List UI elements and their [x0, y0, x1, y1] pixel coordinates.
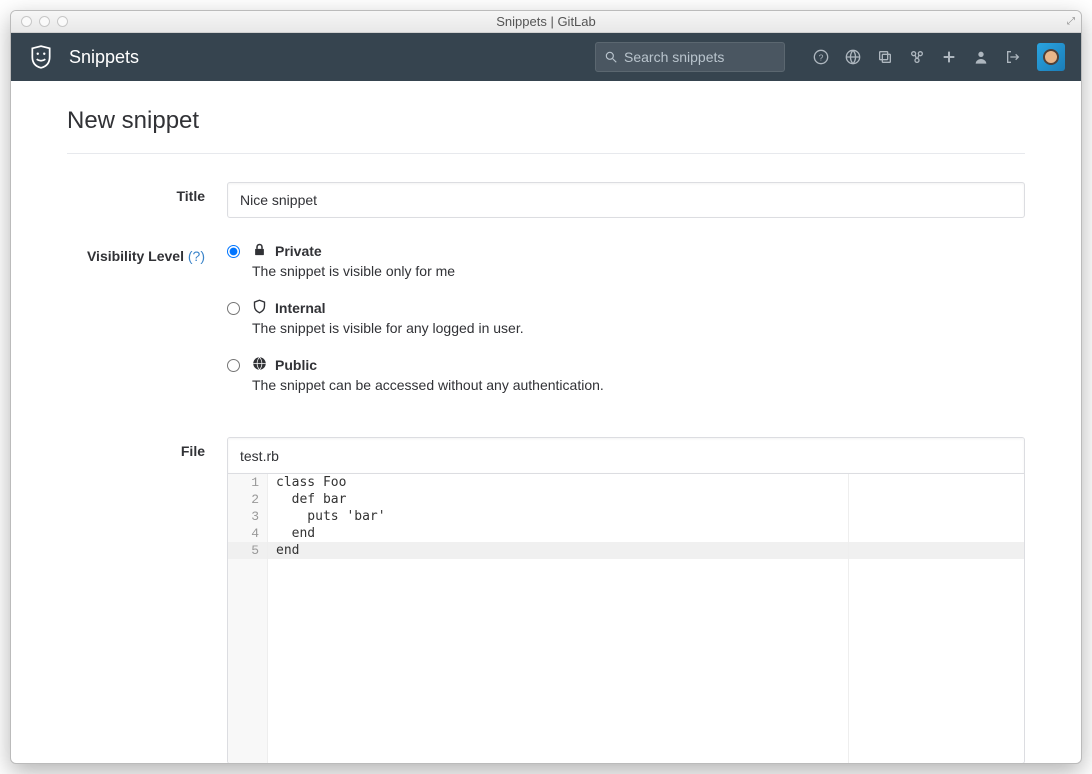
visibility-private-desc: The snippet is visible only for me: [252, 263, 455, 279]
line-content[interactable]: puts 'bar': [268, 508, 1024, 525]
file-label: File: [67, 437, 227, 763]
visibility-public-desc: The snippet can be accessed without any …: [252, 377, 604, 393]
line-number: 4: [228, 525, 268, 542]
svg-text:?: ?: [819, 52, 824, 62]
line-number: 3: [228, 508, 268, 525]
avatar[interactable]: [1037, 43, 1065, 71]
filename-input[interactable]: [228, 438, 1024, 474]
visibility-internal-desc: The snippet is visible for any logged in…: [252, 320, 524, 336]
code-line[interactable]: 1class Foo: [228, 474, 1024, 491]
visibility-help-link[interactable]: (?): [188, 248, 205, 264]
line-content[interactable]: end: [268, 525, 1024, 542]
print-margin: [848, 474, 849, 763]
code-line[interactable]: 3 puts 'bar': [228, 508, 1024, 525]
user-icon[interactable]: [973, 49, 989, 65]
top-navbar: Snippets ?: [11, 33, 1081, 81]
window-zoom-button[interactable]: [57, 16, 68, 27]
code-line[interactable]: 2 def bar: [228, 491, 1024, 508]
line-content[interactable]: end: [268, 542, 1024, 559]
code-line[interactable]: 4 end: [228, 525, 1024, 542]
code-editor[interactable]: 1class Foo2 def bar3 puts 'bar'4 end5end: [228, 474, 1024, 763]
line-content[interactable]: def bar: [268, 491, 1024, 508]
signout-icon[interactable]: [1005, 49, 1021, 65]
nav-section-title[interactable]: Snippets: [69, 47, 139, 68]
title-input[interactable]: [227, 182, 1025, 218]
window-minimize-button[interactable]: [39, 16, 50, 27]
line-content[interactable]: class Foo: [268, 474, 1024, 491]
line-number: 1: [228, 474, 268, 491]
visibility-public-label: Public: [275, 357, 317, 373]
lock-icon: [252, 242, 267, 260]
window-title: Snippets | GitLab: [11, 14, 1081, 29]
line-number: 2: [228, 491, 268, 508]
shield-icon: [252, 299, 267, 317]
search-box[interactable]: [595, 42, 785, 72]
globe-icon: [252, 356, 267, 374]
globe-icon[interactable]: [845, 49, 861, 65]
visibility-internal-label: Internal: [275, 300, 326, 316]
window-close-button[interactable]: [21, 16, 32, 27]
page-title: New snippet: [67, 107, 1025, 135]
settings-icon[interactable]: [909, 49, 925, 65]
divider: [67, 153, 1025, 154]
search-icon: [604, 50, 618, 64]
help-icon[interactable]: ?: [813, 49, 829, 65]
gitlab-logo[interactable]: [27, 43, 55, 71]
fullscreen-icon[interactable]: ⤢: [1067, 16, 1075, 27]
window-titlebar: Snippets | GitLab ⤢: [11, 11, 1081, 33]
code-line[interactable]: 5end: [228, 542, 1024, 559]
visibility-radio-internal[interactable]: [227, 302, 240, 315]
visibility-radio-public[interactable]: [227, 359, 240, 372]
visibility-label: Visibility Level: [87, 248, 184, 264]
line-number: 5: [228, 542, 268, 559]
title-label: Title: [67, 182, 227, 218]
search-input[interactable]: [624, 49, 776, 65]
plus-icon[interactable]: [941, 49, 957, 65]
copy-icon[interactable]: [877, 49, 893, 65]
visibility-private-label: Private: [275, 243, 322, 259]
visibility-radio-private[interactable]: [227, 245, 240, 258]
